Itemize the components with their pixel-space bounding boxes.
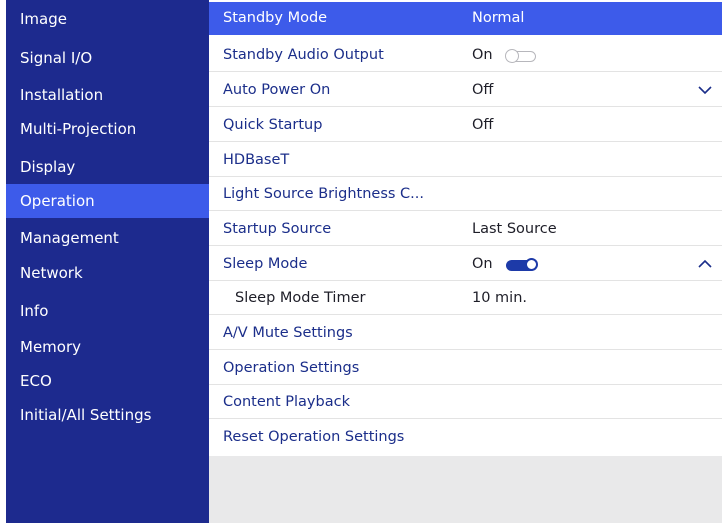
chevron-down-icon[interactable] (697, 84, 713, 96)
row-label: Sleep Mode (223, 256, 308, 272)
sidebar-item-info[interactable]: Info (6, 294, 209, 328)
chevron-up-icon[interactable] (697, 258, 713, 270)
toggle-knob (505, 49, 519, 63)
row-standby-mode[interactable]: Standby Mode Normal (209, 2, 722, 35)
settings-screen: Image Signal I/O Installation Multi-Proj… (0, 0, 722, 523)
row-sleep-mode-timer[interactable]: Sleep Mode Timer 10 min. (209, 282, 722, 315)
row-reset-operation-settings[interactable]: Reset Operation Settings (209, 421, 722, 454)
row-light-source-brightness[interactable]: Light Source Brightness C... (209, 178, 722, 211)
row-value: Off (472, 82, 494, 98)
row-startup-source[interactable]: Startup Source Last Source (209, 213, 722, 246)
row-value: Last Source (472, 221, 557, 237)
row-label: Startup Source (223, 221, 332, 237)
standby-audio-toggle[interactable] (505, 49, 536, 63)
row-label: Auto Power On (223, 82, 331, 98)
row-label: Content Playback (223, 394, 350, 410)
sidebar-item-eco[interactable]: ECO (6, 364, 209, 398)
row-value: Normal (472, 10, 525, 26)
sidebar-item-display[interactable]: Display (6, 150, 209, 184)
row-sleep-mode[interactable]: Sleep Mode On (209, 248, 722, 281)
row-label: A/V Mute Settings (223, 325, 353, 341)
sleep-mode-toggle[interactable] (506, 258, 538, 271)
sidebar-item-signal-io[interactable]: Signal I/O (6, 41, 209, 75)
sidebar-item-memory[interactable]: Memory (6, 330, 209, 364)
sidebar-menu: Image Signal I/O Installation Multi-Proj… (6, 0, 209, 523)
row-label: Standby Audio Output (223, 47, 384, 63)
sidebar-item-image[interactable]: Image (6, 2, 209, 36)
row-value: Off (472, 117, 494, 133)
row-label: Quick Startup (223, 117, 323, 133)
row-quick-startup[interactable]: Quick Startup Off (209, 109, 722, 142)
row-value: 10 min. (472, 290, 528, 306)
settings-list: Standby Mode Normal Standby Audio Output… (209, 0, 722, 456)
row-auto-power-on[interactable]: Auto Power On Off (209, 74, 722, 107)
row-hdbaset[interactable]: HDBaseT (209, 144, 722, 177)
sidebar-item-initial-all-settings[interactable]: Initial/All Settings (6, 398, 209, 432)
sidebar-item-network[interactable]: Network (6, 256, 209, 290)
row-value: On (472, 47, 493, 63)
row-label: Standby Mode (223, 10, 328, 26)
row-label: HDBaseT (223, 152, 290, 168)
sidebar-item-operation[interactable]: Operation (6, 184, 209, 218)
row-label: Sleep Mode Timer (235, 290, 366, 306)
toggle-knob (525, 258, 538, 271)
row-av-mute-settings[interactable]: A/V Mute Settings (209, 317, 722, 350)
row-content-playback[interactable]: Content Playback (209, 386, 722, 419)
row-value: On (472, 256, 493, 272)
row-label: Light Source Brightness C... (223, 186, 425, 202)
row-standby-audio-output[interactable]: Standby Audio Output On (209, 39, 722, 72)
sidebar-item-management[interactable]: Management (6, 221, 209, 255)
sidebar-item-installation[interactable]: Installation (6, 78, 209, 112)
sidebar-item-multi-projection[interactable]: Multi-Projection (6, 112, 209, 146)
row-operation-settings[interactable]: Operation Settings (209, 352, 722, 385)
settings-panel: Standby Mode Normal Standby Audio Output… (209, 0, 722, 523)
row-label: Operation Settings (223, 360, 360, 376)
row-label: Reset Operation Settings (223, 429, 405, 445)
